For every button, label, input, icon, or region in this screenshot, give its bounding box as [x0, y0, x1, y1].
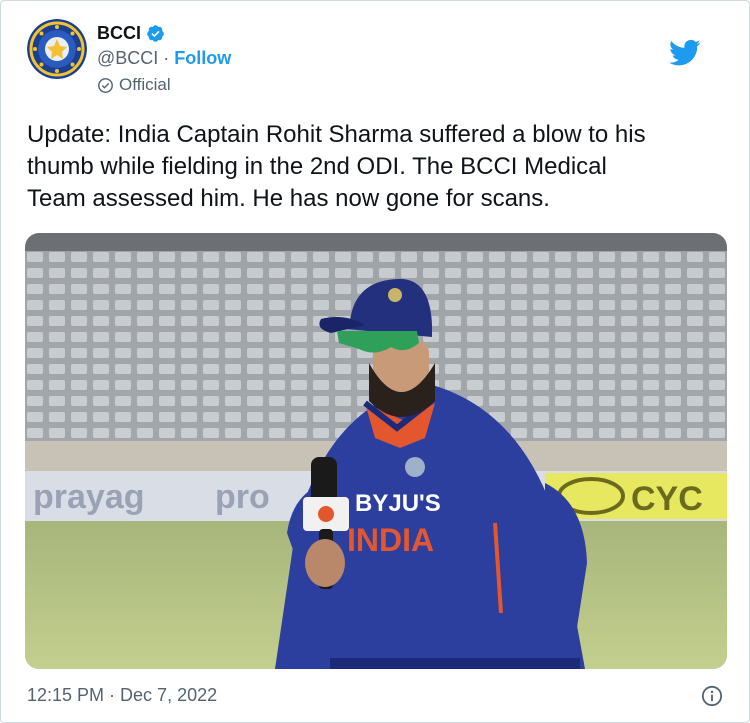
tweet-text: Update: India Captain Rohit Sharma suffe… [27, 119, 727, 215]
official-row: Official [97, 75, 171, 95]
account-name-row: BCCI [97, 23, 165, 44]
avatar[interactable] [27, 19, 87, 79]
photo-illustration: prayag pro CYC BYJU'S INDIA [25, 233, 727, 669]
info-icon[interactable] [701, 685, 723, 707]
official-label: Official [119, 75, 171, 94]
tweet-header: BCCI @BCCI · Follow Official [27, 19, 727, 99]
tweet-photo[interactable]: prayag pro CYC BYJU'S INDIA [25, 233, 727, 669]
board-left-text: prayag [33, 478, 145, 516]
follow-button[interactable]: Follow [174, 48, 231, 69]
tweet-timestamp[interactable]: 12:15 PM · Dec 7, 2022 [27, 685, 217, 706]
tweet-card: BCCI @BCCI · Follow Official Update: Ind… [0, 0, 750, 723]
tweet-text-line: Team assessed him. He has now gone for s… [27, 185, 550, 212]
board-mid-text: pro [215, 478, 270, 516]
tweet-text-line: thumb while fielding in the 2nd ODI. The… [27, 153, 607, 180]
account-handle[interactable]: @BCCI [97, 48, 158, 69]
tweet-footer: 12:15 PM · Dec 7, 2022 [27, 685, 727, 709]
board-right-text: CYC [631, 480, 703, 518]
separator: · [163, 48, 170, 68]
handle-row: @BCCI · Follow [97, 48, 231, 69]
account-name[interactable]: BCCI [97, 23, 141, 44]
jersey-sponsor-text: BYJU'S [355, 490, 441, 517]
jersey-country-text: INDIA [347, 522, 434, 558]
verified-badge-icon [147, 25, 164, 42]
official-badge-icon [98, 77, 113, 93]
tweet-text-line: Update: India Captain Rohit Sharma suffe… [27, 121, 646, 148]
bcci-logo-icon [27, 19, 87, 79]
twitter-bird-icon[interactable] [669, 39, 701, 67]
